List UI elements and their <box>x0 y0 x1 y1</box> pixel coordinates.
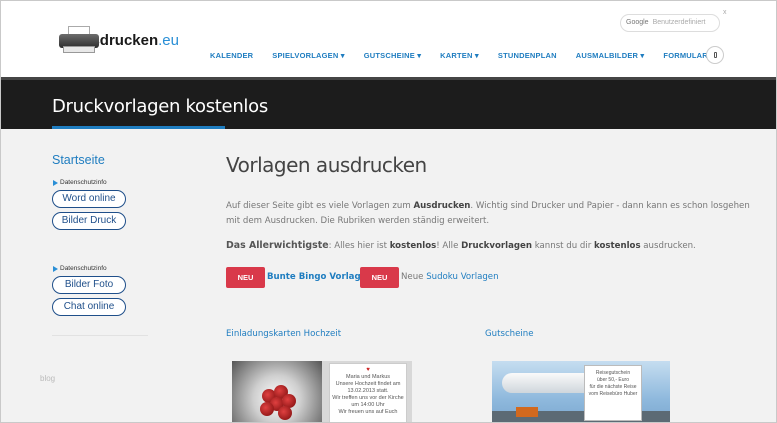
nav-item-gutscheine[interactable]: GUTSCHEINE ▾ <box>364 51 421 60</box>
search-input[interactable]: Google Benutzerdefiniert <box>620 14 720 32</box>
ad-info[interactable]: Datenschutzinfo <box>53 179 107 186</box>
category-link-hochzeit[interactable]: Einladungskarten Hochzeit <box>226 329 341 339</box>
search-brand: Google <box>626 19 649 26</box>
heart-icon: ♥ <box>366 367 370 373</box>
voucher-card: Reisegutschein über 50,- Euro für die nä… <box>584 365 642 421</box>
sudoku-link[interactable]: Sudoku Vorlagen <box>426 272 498 282</box>
nav-item-karten[interactable]: KARTEN ▾ <box>440 51 479 60</box>
site-header: ausdrucken.eu Google Benutzerdefiniert x… <box>1 1 776 77</box>
adchoices-icon <box>53 179 58 186</box>
sidebar-home-link[interactable]: Startseite <box>52 153 105 167</box>
roses-image <box>232 361 322 422</box>
invitation-card: ♥ Maria und Markus Unsere Hochzeit finde… <box>329 363 407 422</box>
main-nav: KALENDER SPIELVORLAGEN ▾ GUTSCHEINE ▾ KA… <box>210 51 738 60</box>
page-frame: ausdrucken.eu Google Benutzerdefiniert x… <box>0 0 777 423</box>
bingo-link[interactable]: Bunte Bingo Vorlagen <box>267 272 373 282</box>
thumbnail-hochzeit[interactable]: ♥ Maria und Markus Unsere Hochzeit finde… <box>232 361 412 422</box>
ad-info[interactable]: Datenschutzinfo <box>53 265 107 272</box>
page-title: Vorlagen ausdrucken <box>226 153 427 177</box>
nav-item-ausmalbilder[interactable]: AUSMALBILDER ▾ <box>576 51 645 60</box>
new-badge: NEU <box>360 267 399 288</box>
banner-title: Druckvorlagen kostenlos <box>52 96 268 117</box>
printer-icon <box>59 26 99 54</box>
important-note: Das Allerwichtigste: Alles hier ist kost… <box>226 240 696 251</box>
thumbnail-gutschein[interactable]: Reisegutschein über 50,- Euro für die nä… <box>492 361 670 422</box>
adchoices-icon <box>53 265 58 272</box>
blog-label: blog <box>40 374 56 383</box>
nav-item-stundenplan[interactable]: STUNDENPLAN <box>498 51 557 60</box>
page-banner: Druckvorlagen kostenlos <box>1 77 776 129</box>
ad-button-bilder-druck[interactable]: Bilder Druck <box>52 212 126 230</box>
nav-item-kalender[interactable]: KALENDER <box>210 51 253 60</box>
site-logo[interactable]: ausdrucken.eu <box>59 25 179 55</box>
vehicle-image <box>516 407 538 417</box>
new-badge: NEU <box>226 267 265 288</box>
intro-text: Auf dieser Seite gibt es viele Vorlagen … <box>226 201 750 226</box>
category-link-gutscheine[interactable]: Gutscheine <box>485 329 534 339</box>
close-icon[interactable]: x <box>723 9 727 16</box>
ad-button-chat-online[interactable]: Chat online <box>52 298 126 316</box>
ad-button-word-online[interactable]: Word online <box>52 190 126 208</box>
nav-item-spielvorlagen[interactable]: SPIELVORLAGEN ▾ <box>272 51 344 60</box>
sudoku-news: Neue Sudoku Vorlagen <box>401 272 499 282</box>
search-placeholder: Benutzerdefiniert <box>652 19 706 26</box>
ad-button-bilder-foto[interactable]: Bilder Foto <box>52 276 126 294</box>
banner-accent-line <box>52 126 225 129</box>
sidebar-divider <box>52 335 148 336</box>
mobile-phone-icon[interactable] <box>706 46 724 64</box>
